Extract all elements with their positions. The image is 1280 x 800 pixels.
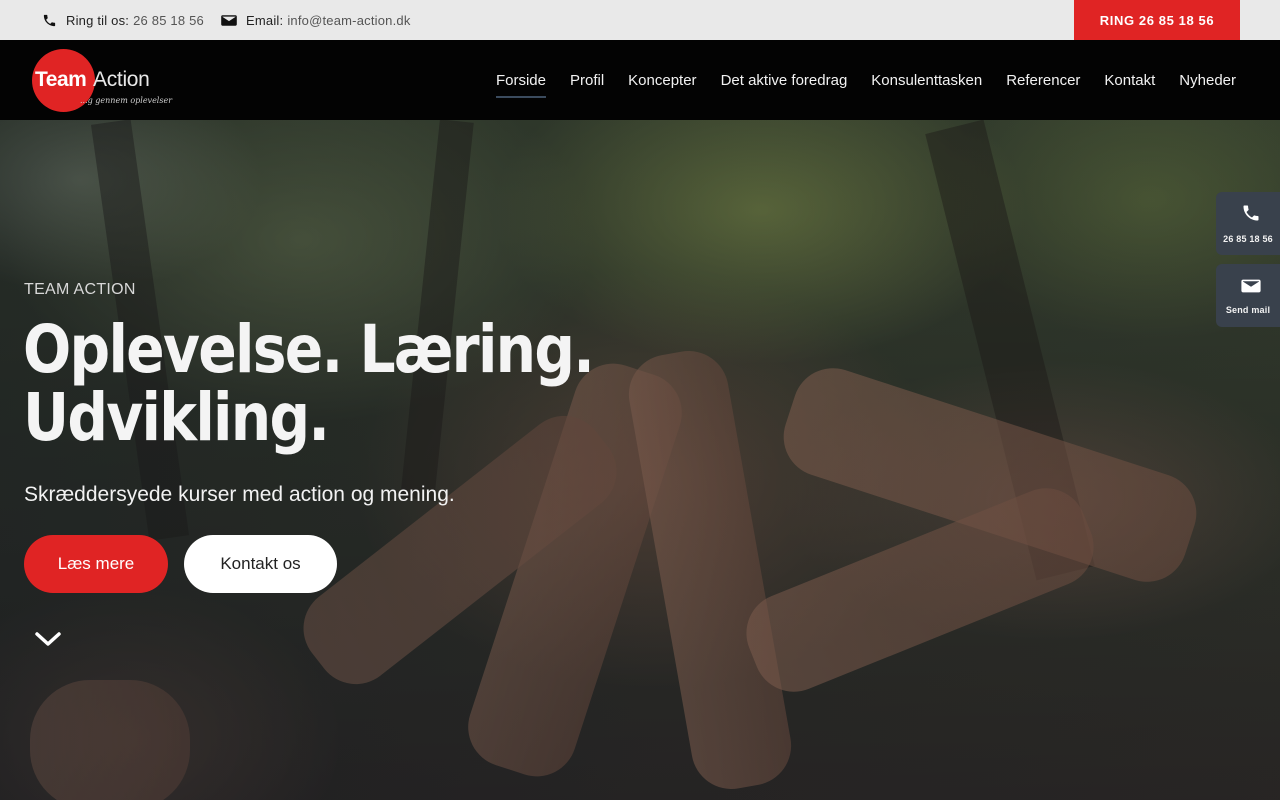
- side-mail-widget[interactable]: Send mail: [1216, 264, 1280, 327]
- hero-overlay: [0, 120, 1280, 800]
- nav-item-nyheder[interactable]: Nyheder: [1179, 40, 1236, 120]
- hero-section: TEAM ACTION Oplevelse. Læring. Udvikling…: [0, 120, 1280, 800]
- read-more-button[interactable]: Læs mere: [24, 535, 168, 593]
- nav-item-kontakt[interactable]: Kontakt: [1104, 40, 1155, 120]
- hero-headline-line1: Oplevelse. Læring.: [23, 311, 595, 388]
- topbar-email-value[interactable]: info@team-action.dk: [287, 13, 410, 28]
- topbar-email[interactable]: Email: info@team-action.dk: [221, 0, 411, 40]
- call-button[interactable]: RING 26 85 18 56: [1074, 0, 1240, 40]
- topbar-phone-value[interactable]: 26 85 18 56: [133, 13, 204, 28]
- topbar-email-label: Email:: [246, 12, 284, 28]
- envelope-icon: [1241, 278, 1261, 299]
- side-call-label: 26 85 18 56: [1223, 234, 1273, 244]
- contact-us-button[interactable]: Kontakt os: [184, 535, 337, 593]
- phone-icon: [41, 12, 57, 28]
- phone-icon: [1241, 203, 1261, 228]
- nav-item-profil[interactable]: Profil: [570, 40, 604, 120]
- hero-headline: Oplevelse. Læring. Udvikling.: [23, 316, 625, 452]
- topbar-phone-label: Ring til os:: [66, 12, 130, 28]
- nav-item-koncepter[interactable]: Koncepter: [628, 40, 696, 120]
- nav-item-det-aktive-foredrag[interactable]: Det aktive foredrag: [721, 40, 848, 120]
- side-call-widget[interactable]: 26 85 18 56: [1216, 192, 1280, 255]
- site-header: Team Action ...g gennem oplevelser Forsi…: [0, 40, 1280, 120]
- hero-subheading: Skræddersyede kurser med action og menin…: [24, 483, 455, 506]
- logo-action-text: Action: [93, 68, 150, 91]
- logo-team-text: Team: [35, 68, 87, 91]
- hero-eyebrow: TEAM ACTION: [24, 281, 136, 298]
- envelope-icon: [221, 12, 237, 28]
- top-contact-bar: Ring til os: 26 85 18 56 Email: info@tea…: [0, 0, 1280, 40]
- chevron-down-icon[interactable]: [35, 630, 61, 650]
- main-nav: Forside Profil Koncepter Det aktive fore…: [495, 40, 1236, 120]
- logo[interactable]: Team Action ...g gennem oplevelser: [32, 47, 172, 113]
- nav-item-forside[interactable]: Forside: [495, 40, 547, 120]
- hero-headline-line2: Udvikling.: [23, 379, 330, 456]
- topbar-phone[interactable]: Ring til os: 26 85 18 56: [41, 0, 204, 40]
- nav-item-referencer[interactable]: Referencer: [1006, 40, 1080, 120]
- logo-tagline: ...g gennem oplevelser: [80, 96, 173, 105]
- side-mail-label: Send mail: [1225, 305, 1271, 315]
- nav-item-konsulenttasken[interactable]: Konsulenttasken: [871, 40, 982, 120]
